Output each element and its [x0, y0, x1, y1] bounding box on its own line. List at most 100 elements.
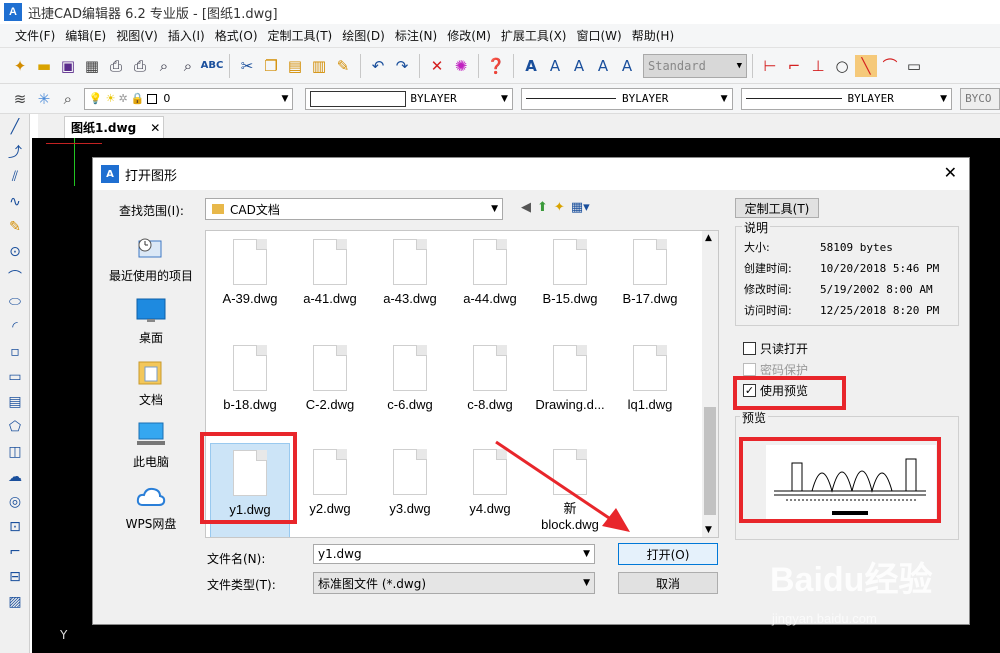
menu-tools[interactable]: 定制工具(T): [263, 27, 338, 44]
region-icon[interactable]: ◫: [0, 439, 30, 464]
file-list-scrollbar[interactable]: ▲ ▼: [702, 231, 718, 537]
open-folder-icon[interactable]: ▬: [33, 55, 55, 77]
menu-format[interactable]: 格式(O): [210, 27, 263, 44]
open-button[interactable]: 打开(O): [618, 543, 718, 565]
match-properties-icon[interactable]: ✎: [332, 55, 354, 77]
table-icon[interactable]: ⊟: [0, 564, 30, 589]
menu-help[interactable]: 帮助(H): [627, 27, 679, 44]
delete-icon[interactable]: ✕: [426, 55, 448, 77]
edit-text-icon[interactable]: A: [568, 55, 590, 77]
chevron-down-icon[interactable]: ▼: [583, 549, 590, 559]
file-item[interactable]: Drawing.d...: [530, 339, 610, 443]
aligned-dimension-icon[interactable]: ⌐: [783, 55, 805, 77]
single-line-text-icon[interactable]: A: [544, 55, 566, 77]
menu-file[interactable]: 文件(F): [10, 27, 60, 44]
circle-dimension-icon[interactable]: ○: [831, 55, 853, 77]
view-menu-icon[interactable]: ▦▾: [571, 200, 590, 215]
file-item[interactable]: y2.dwg: [290, 443, 370, 537]
back-icon[interactable]: ◀: [521, 200, 531, 215]
chevron-down-icon[interactable]: ▼: [705, 525, 712, 535]
find-text-icon[interactable]: A: [616, 55, 638, 77]
text-style-icon[interactable]: A: [592, 55, 614, 77]
angle-dimension-icon[interactable]: ⌒: [879, 55, 901, 77]
up-folder-icon[interactable]: ⬆: [537, 200, 548, 215]
point-icon[interactable]: ▫: [0, 339, 30, 364]
checkbox-box[interactable]: [743, 342, 756, 355]
zoom-page-icon[interactable]: ⌕: [153, 55, 175, 77]
close-icon[interactable]: ✕: [150, 121, 160, 135]
donut-icon[interactable]: ◎: [0, 489, 30, 514]
paste-special-icon[interactable]: ▥: [308, 55, 330, 77]
linear-dimension-icon[interactable]: ⊢: [759, 55, 781, 77]
copy-icon[interactable]: ❐: [260, 55, 282, 77]
menu-dimension[interactable]: 标注(N): [390, 27, 442, 44]
place-documents[interactable]: 文档: [101, 352, 201, 414]
spline-icon[interactable]: ∿: [0, 189, 30, 214]
chevron-up-icon[interactable]: ▲: [705, 233, 712, 243]
close-icon[interactable]: ✕: [944, 163, 957, 182]
find-icon[interactable]: ⌕: [177, 55, 199, 77]
text-style-select[interactable]: Standard ▼: [643, 53, 747, 78]
layer-state-icon[interactable]: ✳: [33, 88, 55, 110]
explode-icon[interactable]: ✺: [450, 55, 472, 77]
baseline-dimension-icon[interactable]: ⊥: [807, 55, 829, 77]
wipeout-icon[interactable]: ▨: [0, 589, 30, 614]
menu-draw[interactable]: 绘图(D): [337, 27, 390, 44]
file-item[interactable]: lq1.dwg: [610, 339, 690, 443]
save-icon[interactable]: ▣: [57, 55, 79, 77]
menu-modify[interactable]: 修改(M): [442, 27, 496, 44]
polygon-icon[interactable]: ⬠: [0, 414, 30, 439]
file-item[interactable]: B-15.dwg: [530, 233, 610, 337]
print-icon[interactable]: ⎙: [129, 55, 151, 77]
file-item[interactable]: y3.dwg: [370, 443, 450, 537]
layer-manager-icon[interactable]: ≋: [9, 88, 31, 110]
menu-edit[interactable]: 编辑(E): [60, 27, 111, 44]
lineweight-select[interactable]: BYLAYER ▼: [740, 87, 953, 110]
new-folder-icon[interactable]: ✦: [554, 200, 565, 215]
file-item[interactable]: 新 block.dwg: [530, 443, 610, 537]
filename-input[interactable]: y1.dwg ▼: [313, 544, 595, 564]
leader-icon[interactable]: ╲: [855, 54, 877, 77]
place-computer[interactable]: 此电脑: [101, 414, 201, 476]
linetype-select[interactable]: BYLAYER ▼: [520, 87, 733, 110]
file-item[interactable]: A-39.dwg: [210, 233, 290, 337]
save-all-icon[interactable]: ▦: [81, 55, 103, 77]
place-wps-cloud[interactable]: WPS网盘: [101, 476, 201, 538]
file-item[interactable]: B-17.dwg: [610, 233, 690, 337]
ellipse-arc-icon[interactable]: ◜: [0, 314, 30, 339]
place-desktop[interactable]: 桌面: [101, 290, 201, 352]
file-item[interactable]: c-6.dwg: [370, 339, 450, 443]
tolerance-icon[interactable]: ▭: [903, 55, 925, 77]
rectangle-icon[interactable]: ▭: [0, 364, 30, 389]
file-item[interactable]: a-41.dwg: [290, 233, 370, 337]
redo-icon[interactable]: ↷: [391, 55, 413, 77]
readonly-checkbox[interactable]: 只读打开: [743, 340, 808, 357]
cloud-icon[interactable]: ☁: [0, 464, 30, 489]
cut-icon[interactable]: ✂: [236, 55, 258, 77]
file-item[interactable]: C-2.dwg: [290, 339, 370, 443]
menu-window[interactable]: 窗口(W): [572, 27, 627, 44]
block-icon[interactable]: ⊡: [0, 514, 30, 539]
menu-insert[interactable]: 插入(I): [163, 27, 210, 44]
multiline-icon[interactable]: ⫽: [0, 164, 30, 189]
color-select[interactable]: BYLAYER ▼: [305, 87, 513, 110]
layer-select[interactable]: 💡 ☀ ✲ 🔒 0 ▼: [83, 87, 294, 110]
place-recent[interactable]: 最近使用的项目: [101, 228, 201, 290]
filetype-select[interactable]: 标准图文件 (*.dwg) ▼: [313, 572, 595, 594]
circle-icon[interactable]: ⊙: [0, 239, 30, 264]
file-item[interactable]: c-8.dwg: [450, 339, 530, 443]
hatch-icon[interactable]: ▤: [0, 389, 30, 414]
print-preview-icon[interactable]: ⎙: [105, 55, 127, 77]
undo-icon[interactable]: ↶: [367, 55, 389, 77]
line-icon[interactable]: ╱: [0, 114, 30, 139]
file-item[interactable]: a-44.dwg: [450, 233, 530, 337]
menu-extension[interactable]: 扩展工具(X): [496, 27, 572, 44]
cancel-button[interactable]: 取消: [618, 572, 718, 594]
lookin-select[interactable]: CAD文档 ▼: [205, 198, 503, 220]
new-file-icon[interactable]: ✦: [9, 55, 31, 77]
fillet-icon[interactable]: ⌐: [0, 539, 30, 564]
tab-drawing1[interactable]: 图纸1.dwg ✕: [64, 116, 164, 138]
plot-style-select[interactable]: BYCO: [960, 87, 1000, 110]
scrollbar-thumb[interactable]: [704, 407, 716, 515]
ellipse-icon[interactable]: ⬭: [0, 289, 30, 314]
